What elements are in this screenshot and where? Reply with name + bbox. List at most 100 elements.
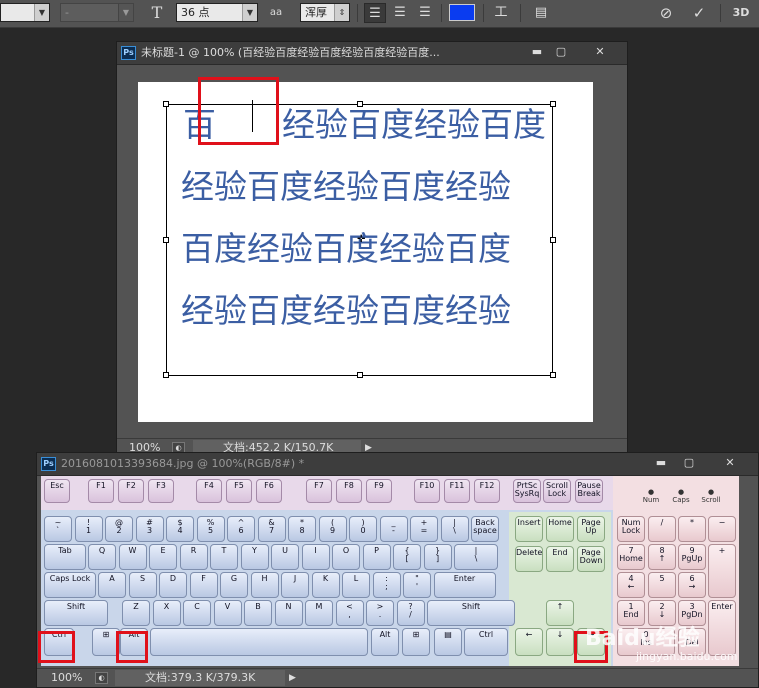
function-key: F1 (88, 479, 114, 503)
keyboard-key: L (342, 572, 370, 598)
keyboard-key: < , (335, 600, 364, 626)
keyboard-key: X (152, 600, 181, 626)
modifier-key: ⊞ (402, 628, 430, 656)
lock-indicator: ● Caps (672, 488, 690, 504)
3d-icon[interactable]: 3D (728, 3, 754, 23)
anti-alias-select[interactable]: 浑厚 ⇕ (300, 3, 350, 22)
shift-key: Shift (427, 600, 515, 626)
cancel-icon[interactable]: ⊘ (655, 3, 677, 23)
system-key: Pause Break (575, 479, 603, 503)
navigation-key: Page Down (577, 546, 605, 572)
numpad-key: Num Lock (617, 516, 645, 542)
align-center-icon[interactable]: ☰ (389, 3, 411, 23)
transform-handle[interactable] (163, 372, 169, 378)
function-key: F11 (444, 479, 470, 503)
keyboard-key: Back space (471, 516, 499, 542)
text-line-3: 百度经验百度经验百度 (181, 229, 511, 268)
chevron-down-icon: ⇕ (334, 4, 349, 21)
navigation-key: End (546, 546, 574, 572)
character-panel-icon[interactable]: ▤ (530, 3, 552, 23)
align-right-icon[interactable]: ☰ (414, 3, 436, 23)
space-key (150, 628, 368, 656)
watermark-logo: Baidu经验 (585, 626, 700, 651)
status-menu-arrow-icon[interactable]: ▶ (289, 669, 296, 687)
keyboard-key: B (244, 600, 272, 626)
font-style-select[interactable]: - ▼ (60, 3, 134, 22)
numpad-key: + (708, 544, 736, 598)
shift-key: Shift (44, 600, 108, 626)
document-title-bar[interactable]: Ps 未标题-1 @ 100% (百经验百度经验百度经验百度经验百度... ▬ … (117, 42, 627, 65)
text-color-swatch[interactable] (449, 4, 475, 21)
numpad-key: 8 ↑ (648, 544, 676, 570)
separator (483, 4, 484, 22)
close-icon[interactable]: ✕ (583, 44, 617, 60)
function-key: F9 (366, 479, 392, 503)
system-key: Scroll Lock (543, 479, 571, 503)
keyboard-key: : ; (372, 572, 401, 598)
document-window-untitled[interactable]: Ps 未标题-1 @ 100% (百经验百度经验百度经验百度经验百度... ▬ … (116, 41, 628, 458)
navigation-key: Home (546, 516, 574, 542)
function-key: F2 (118, 479, 144, 503)
transform-handle[interactable] (550, 372, 556, 378)
options-bar: ▼ - ▼ T 36 点 ▼ aa 浑厚 ⇕ ☰ ☰ ☰ 工 ▤ ⊘ ✓ 3D (0, 0, 759, 28)
tab-key: Tab (44, 544, 86, 570)
share-icon[interactable]: ◐ (95, 672, 108, 684)
close-icon[interactable]: ✕ (713, 455, 747, 471)
status-bar: 100% ◐ 文档:379.3 K/379.3K ▶ (37, 668, 758, 687)
transform-handle[interactable] (357, 372, 363, 378)
warp-text-icon[interactable]: 工 (490, 3, 512, 23)
transform-handle[interactable] (163, 237, 169, 243)
minimize-icon[interactable]: ▬ (525, 44, 549, 60)
zoom-level[interactable]: 100% (51, 669, 82, 687)
keyboard-key: E (149, 544, 177, 570)
minimize-icon[interactable]: ▬ (649, 455, 673, 471)
font-family-select[interactable]: ▼ (0, 3, 50, 22)
keyboard-key: C (183, 600, 211, 626)
numpad-key: 6 → (678, 572, 706, 598)
maximize-icon[interactable]: ▢ (677, 455, 701, 471)
document-title-bar[interactable]: Ps 2016081013393684.jpg @ 100%(RGB/8#) *… (37, 453, 758, 476)
modifier-key: Ctrl (464, 628, 508, 656)
numpad-key: * (678, 516, 706, 542)
keyboard-key: N (274, 600, 303, 626)
commit-check-icon[interactable]: ✓ (688, 3, 710, 23)
keyboard-key: H (250, 572, 279, 598)
chevron-down-icon: ▼ (242, 4, 257, 21)
separator (441, 4, 442, 22)
keyboard-key: % 5 (196, 516, 225, 542)
lock-indicator: ● Scroll (701, 488, 721, 504)
text-color-fill (450, 5, 474, 20)
transform-handle[interactable] (163, 101, 169, 107)
keyboard-key: $ 4 (166, 516, 194, 542)
watermark-url: jingyan.baidu.com (636, 650, 738, 663)
navigation-key: Page Up (577, 516, 605, 542)
function-key: F6 (256, 479, 282, 503)
highlight-box (38, 631, 75, 663)
navigation-key: Delete (515, 546, 543, 572)
text-line-4: 经验百度经验百度经验 (181, 291, 511, 330)
function-key: F12 (474, 479, 500, 503)
function-key: F4 (196, 479, 222, 503)
keyboard-key: # 3 (135, 516, 164, 542)
align-left-icon[interactable]: ☰ (364, 3, 386, 23)
keyboard-key: W (118, 544, 147, 570)
keyboard-key: ~ ` (44, 516, 72, 542)
modifier-key: ▤ (434, 628, 462, 656)
chevron-down-icon: ▼ (118, 4, 133, 21)
keyboard-key: A (98, 572, 126, 598)
keyboard-key: V (213, 600, 242, 626)
numpad-key: 9 PgUp (678, 544, 706, 570)
numpad-key: / (648, 516, 676, 542)
function-key: F3 (148, 479, 174, 503)
keyboard-key: S (128, 572, 157, 598)
keyboard-key: _ - (379, 516, 408, 542)
keyboard-key: | \ (440, 516, 469, 542)
keyboard-key: ! 1 (74, 516, 103, 542)
font-size-select[interactable]: 36 点 ▼ (176, 3, 258, 22)
photoshop-logo-icon: Ps (121, 46, 136, 60)
maximize-icon[interactable]: ▢ (549, 44, 573, 60)
function-key: F10 (414, 479, 440, 503)
photoshop-logo-icon: Ps (41, 457, 56, 471)
keyboard-key: } ] (423, 544, 452, 570)
keyboard-key: | \ (454, 544, 498, 570)
